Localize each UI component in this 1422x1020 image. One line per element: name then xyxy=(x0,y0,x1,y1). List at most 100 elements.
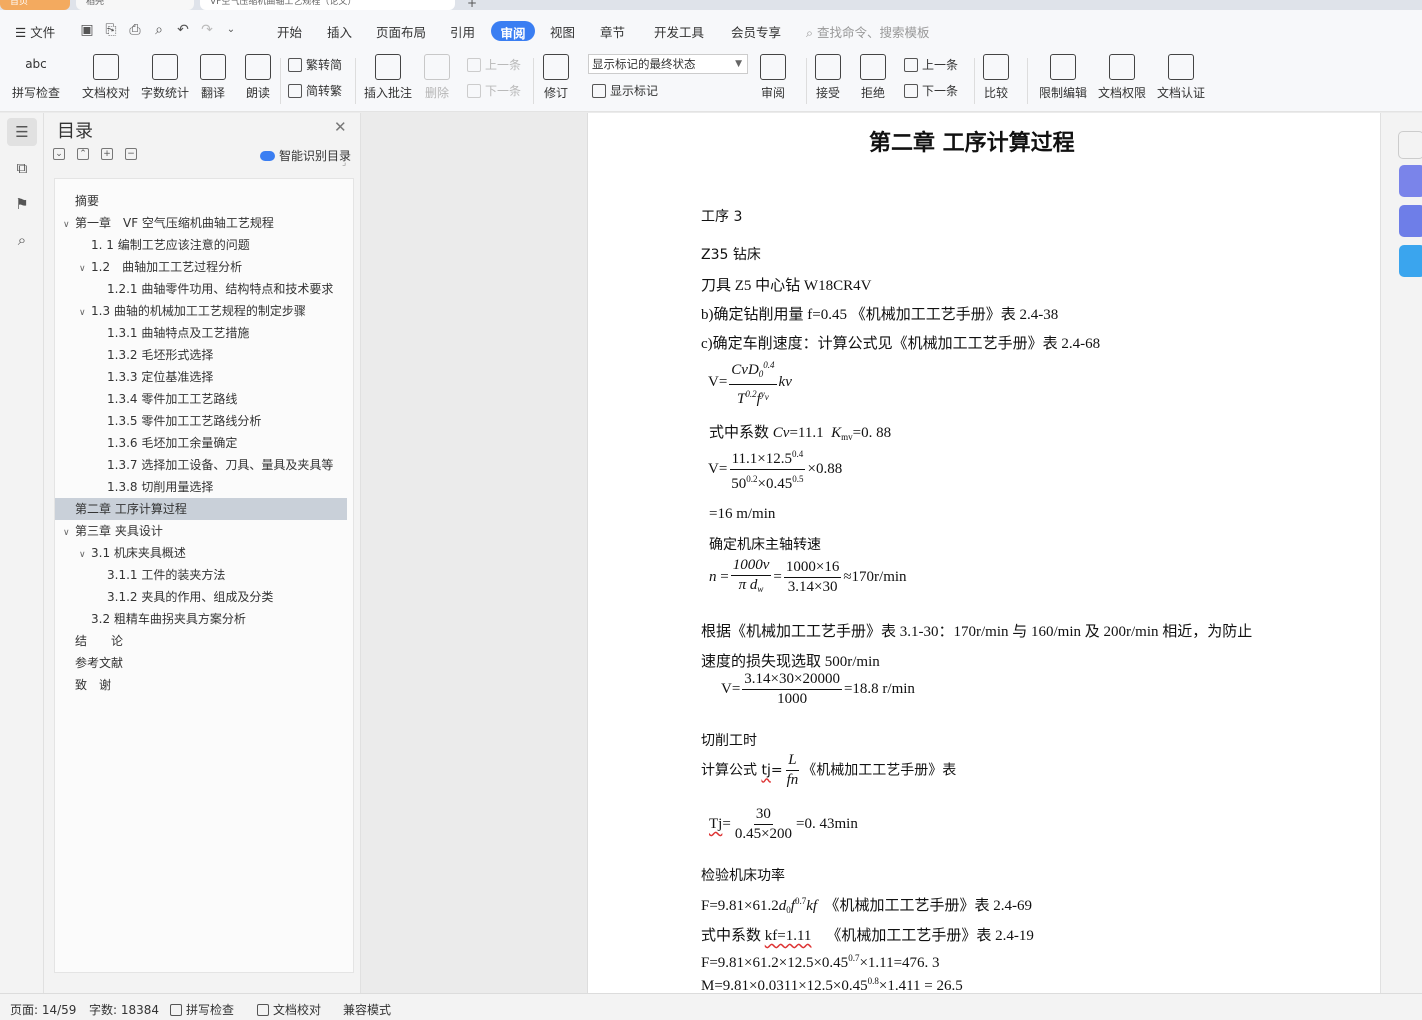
menu-section[interactable]: 章节 xyxy=(600,22,625,41)
toc-item[interactable]: 1. 1 编制工艺应该注意的问题 xyxy=(55,234,347,256)
doc-permission-button[interactable]: 文档权限 xyxy=(1098,54,1146,101)
spell-check-button[interactable]: abc 拼写检查 xyxy=(12,54,60,101)
formula-ref: 《机械加工工艺手册》表 xyxy=(802,762,957,779)
toc-item[interactable]: ∨ 1.3 曲轴的机械加工工艺规程的制定步骤 xyxy=(55,300,347,322)
toc-item[interactable]: 第二章 工序计算过程 xyxy=(55,498,347,520)
delete-comment-button[interactable]: 删除 xyxy=(424,54,450,101)
restrict-editing-button[interactable]: 限制编辑 xyxy=(1039,54,1087,101)
expand-up-icon[interactable]: ⌃ xyxy=(77,148,89,160)
chevron-down-icon[interactable]: ∨ xyxy=(79,544,91,564)
menu-review[interactable]: 审阅 xyxy=(491,21,535,41)
menu-page-layout[interactable]: 页面布局 xyxy=(376,22,426,41)
menu-start[interactable]: 开始 xyxy=(277,22,302,41)
read-aloud-button[interactable]: 朗读 xyxy=(245,54,271,101)
translate-tool-icon[interactable] xyxy=(1399,245,1422,277)
image-tool-icon[interactable] xyxy=(1399,205,1422,237)
undo-icon[interactable]: ↶ xyxy=(174,21,192,39)
toc-item[interactable]: 摘要 xyxy=(55,190,347,212)
chapter-nav-icon[interactable]: ⧉ xyxy=(7,154,37,182)
formula-n: n = 1000v π dw = 1000×16 3.14×30 ≈170r/min xyxy=(709,557,907,595)
review-pane-button[interactable]: 审阅 xyxy=(760,54,786,101)
compare-button[interactable]: 比较 xyxy=(983,54,1009,101)
menu-view[interactable]: 视图 xyxy=(550,22,575,41)
kf-label: 式中系数 xyxy=(701,928,762,944)
add-heading-icon[interactable]: + xyxy=(101,148,113,160)
translate-button[interactable]: 翻译 xyxy=(200,54,226,101)
toc-item[interactable]: 1.3.7 选择加工设备、刀具、量具及夹具等 xyxy=(55,454,347,476)
chevron-down-icon[interactable]: ∨ xyxy=(63,214,75,234)
prev-change-button[interactable]: 上一条 xyxy=(904,56,958,73)
trad-to-simp-button[interactable]: 繁转简 xyxy=(288,56,342,73)
document-page[interactable]: 第二章 工序计算过程 工序 3 Z35 钻床 刀具 Z5 中心钻 W18CR4V… xyxy=(587,113,1380,994)
toc-item[interactable]: 1.3.5 零件加工工艺路线分析 xyxy=(55,410,347,432)
tab-docer[interactable]: 稻壳 xyxy=(76,0,194,10)
toc-item[interactable]: ∨ 第一章 VF 空气压缩机曲轴工艺规程 xyxy=(55,212,347,234)
command-search[interactable]: ⌕ 查找命令、搜索模板 xyxy=(806,22,930,41)
smart-toc-button[interactable]: 智能识别目录 xyxy=(260,147,351,164)
toc-panel-icon[interactable]: ☰ xyxy=(7,118,37,146)
simp-to-trad-button[interactable]: 简转繁 xyxy=(288,82,342,99)
toc-item[interactable]: 3.1.2 夹具的作用、组成及分类 xyxy=(55,586,347,608)
doc-auth-button[interactable]: 文档认证 xyxy=(1157,54,1205,101)
chevron-down-icon[interactable]: ∨ xyxy=(79,258,91,278)
remove-heading-icon[interactable]: − xyxy=(125,148,137,160)
toc-item[interactable]: 1.3.3 定位基准选择 xyxy=(55,366,347,388)
markup-state-select[interactable]: 显示标记的最终状态 ▼ xyxy=(588,54,748,74)
toc-item[interactable]: 1.3.6 毛坯加工余量确定 xyxy=(55,432,347,454)
print-icon[interactable]: ⎙ xyxy=(126,21,144,39)
file-menu[interactable]: ☰ 文件 xyxy=(15,22,55,41)
status-proofread[interactable]: 文档校对 xyxy=(257,1001,321,1018)
customize-toolbar-icon[interactable]: ⌄ xyxy=(222,21,240,39)
formula-v2: V= 3.14×30×20000 1000 =18.8 r/min xyxy=(721,671,915,707)
word-count-button[interactable]: 字数统计 xyxy=(141,54,189,101)
resize-handle-icon[interactable]: ⌟ xyxy=(342,158,346,168)
toc-item[interactable]: 结 论 xyxy=(55,630,347,652)
toc-item[interactable]: ∨ 1.2 曲轴加工工艺过程分析 xyxy=(55,256,347,278)
word-count-indicator[interactable]: 字数: 18384 xyxy=(89,1001,159,1018)
insert-comment-button[interactable]: 插入批注 xyxy=(364,54,412,101)
next-change-button[interactable]: 下一条 xyxy=(904,82,958,99)
menu-developer[interactable]: 开发工具 xyxy=(654,22,704,41)
toc-item[interactable]: 1.3.1 曲轴特点及工艺措施 xyxy=(55,322,347,344)
toc-item[interactable]: 1.3.2 毛坯形式选择 xyxy=(55,344,347,366)
toc-item[interactable]: 1.3.8 切削用量选择 xyxy=(55,476,347,498)
v-den: 50 xyxy=(731,476,747,492)
toc-item[interactable]: ∨ 3.1 机床夹具概述 xyxy=(55,542,347,564)
toc-item[interactable]: 参考文献 xyxy=(55,652,347,674)
collapse-all-icon[interactable]: ⌄ xyxy=(53,148,65,160)
reject-button[interactable]: 拒绝 xyxy=(860,54,886,101)
toc-item[interactable]: 1.2.1 曲轴零件功用、结构特点和技术要求 xyxy=(55,278,347,300)
doc-proofread-button[interactable]: 文档校对 xyxy=(82,54,130,101)
toc-item[interactable]: 3.1.1 工件的装夹方法 xyxy=(55,564,347,586)
save-icon[interactable]: ▣ xyxy=(78,21,96,39)
track-changes-button[interactable]: 修订 xyxy=(543,54,569,101)
tab-home[interactable]: 首页 xyxy=(0,0,70,10)
search-icon[interactable]: ⌕ xyxy=(7,226,37,254)
bookmark-icon[interactable]: ⚑ xyxy=(7,190,37,218)
show-markup-button[interactable]: 显示标记 xyxy=(592,82,658,99)
next-comment-button[interactable]: 下一条 xyxy=(467,82,521,99)
accept-button[interactable]: 接受 xyxy=(815,54,841,101)
prev-comment-button[interactable]: 上一条 xyxy=(467,56,521,73)
page-indicator[interactable]: 页面: 14/59 xyxy=(10,1001,76,1018)
chevron-down-icon[interactable]: ∨ xyxy=(79,302,91,322)
pdf-tool-icon[interactable] xyxy=(1399,165,1422,197)
new-tab-icon[interactable]: + xyxy=(467,0,477,10)
redo-icon[interactable]: ↷ xyxy=(198,21,216,39)
status-spell-check[interactable]: 拼写检查 xyxy=(170,1001,234,1018)
menu-references[interactable]: 引用 xyxy=(450,22,475,41)
collapse-up-icon[interactable] xyxy=(1398,131,1422,159)
export-icon[interactable]: ⎘ xyxy=(102,21,120,39)
print-preview-icon[interactable]: ⌕ xyxy=(150,21,168,39)
toc-item[interactable]: 1.3.4 零件加工工艺路线 xyxy=(55,388,347,410)
close-icon[interactable]: ✕ xyxy=(334,118,347,136)
toc-item[interactable]: 3.2 粗精车曲拐夹具方案分析 xyxy=(55,608,347,630)
tab-document[interactable]: VF空气压缩机曲轴工艺规程（论文） xyxy=(200,0,455,10)
coef-label: 式中系数 xyxy=(709,425,770,441)
toc-item[interactable]: ∨ 第三章 夹具设计 xyxy=(55,520,347,542)
toc-item[interactable]: 致 谢 xyxy=(55,674,347,696)
menu-member[interactable]: 会员专享 xyxy=(731,22,781,41)
toc-item-label: 1.3.1 曲轴特点及工艺措施 xyxy=(107,326,250,340)
chevron-down-icon[interactable]: ∨ xyxy=(63,522,75,542)
menu-insert[interactable]: 插入 xyxy=(327,22,352,41)
